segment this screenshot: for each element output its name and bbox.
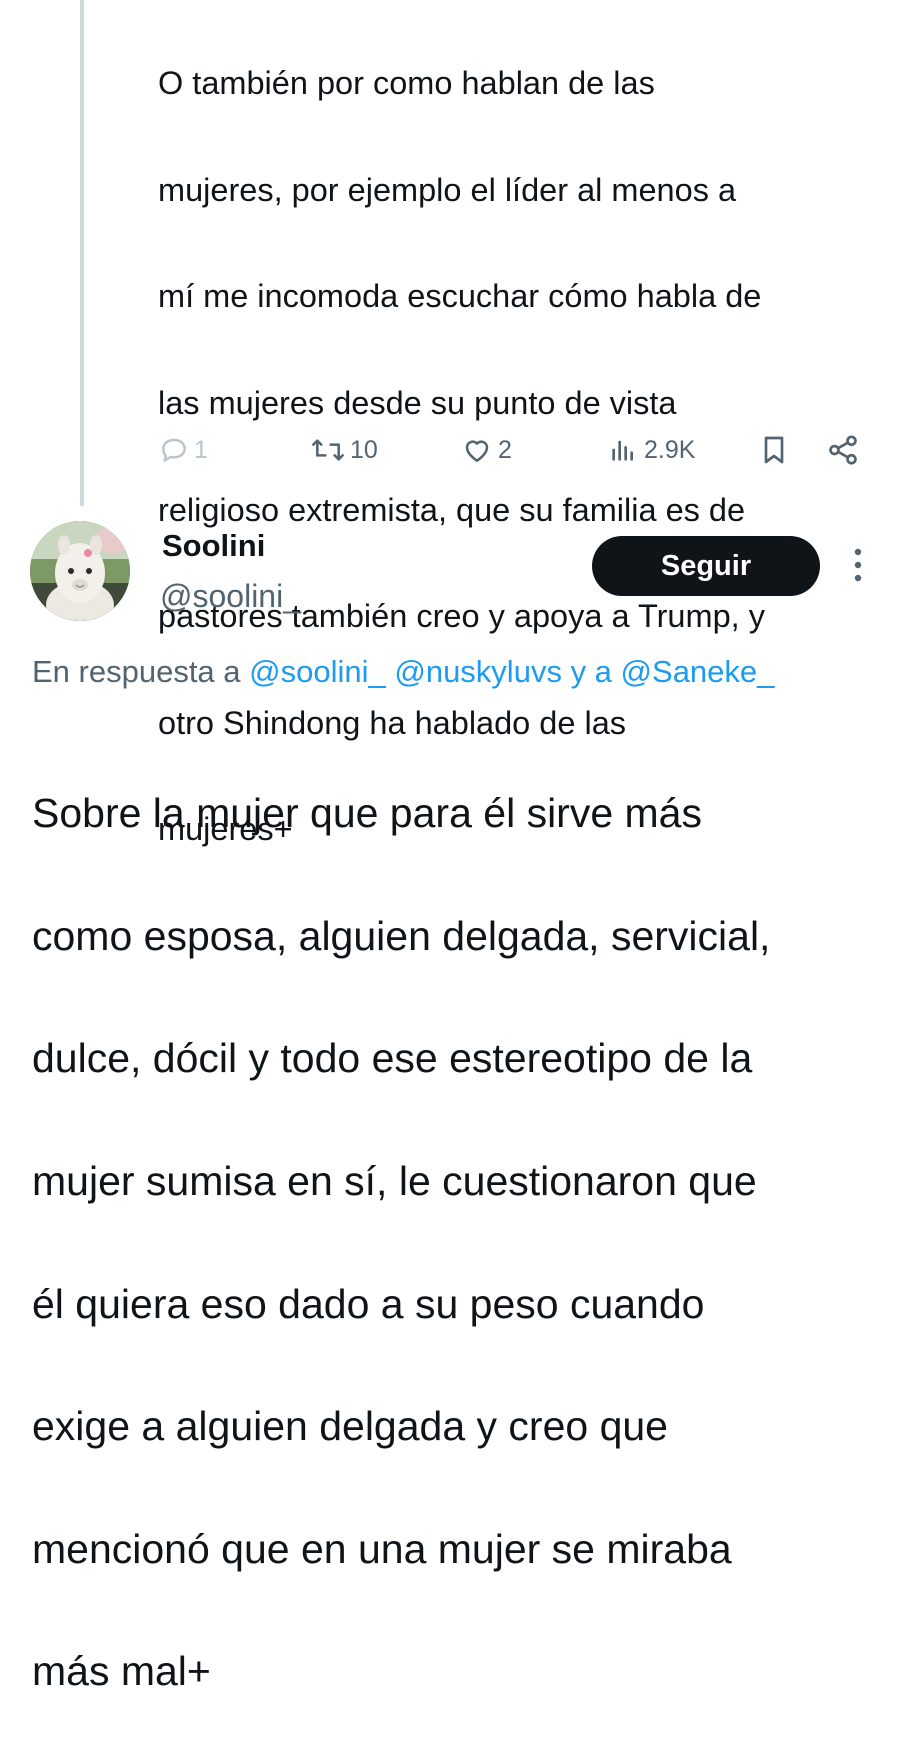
retweet-button[interactable]: 10 [310, 428, 378, 472]
alpaca-avatar-image [30, 521, 130, 621]
bookmark-button[interactable] [758, 428, 790, 472]
author-handle[interactable]: @soolini_ [160, 578, 301, 615]
tweet-text-line: más mal+ [32, 1648, 211, 1695]
mention-link[interactable]: @Saneke_ [621, 654, 775, 689]
avatar[interactable] [30, 521, 130, 621]
previous-tweet-actions: 1 10 2 2.9K [158, 428, 898, 472]
previous-tweet-line: mí me incomoda escuchar cómo habla de [158, 278, 762, 315]
more-icon [854, 548, 862, 582]
retweet-icon [312, 439, 344, 461]
thread-connector-line [80, 0, 84, 506]
tweet-text: Sobre la mujer que para él sirve más com… [32, 722, 902, 1764]
like-button[interactable]: 2 [460, 428, 512, 472]
tweet-text-line: él quiera eso dado a su peso cuando [32, 1280, 705, 1327]
tweet-text-line: mencionó que en una mujer se miraba [32, 1525, 732, 1572]
like-count: 2 [498, 435, 512, 464]
retweet-count: 10 [350, 435, 378, 464]
views-icon [612, 440, 633, 461]
previous-tweet-line: las mujeres desde su punto de vista [158, 385, 677, 422]
follow-button[interactable]: Seguir [592, 536, 820, 596]
reply-button[interactable]: 1 [158, 428, 208, 472]
tweet-text-line: Sobre la mujer que para él sirve más [32, 790, 702, 837]
share-icon [829, 435, 857, 465]
previous-tweet-line: religioso extremista, que su familia es … [158, 491, 746, 528]
tweet-text-line: mujer sumisa en sí, le cuestionaron que [32, 1158, 757, 1205]
tweet-text-line: dulce, dócil y todo ese estereotipo de l… [32, 1035, 753, 1082]
like-icon [465, 440, 489, 462]
reply-icon [162, 438, 186, 462]
reply-count: 1 [194, 435, 208, 464]
views-button[interactable]: 2.9K [606, 428, 695, 472]
reply-context: En respuesta a @soolini_ @nuskyluvs y a … [32, 654, 774, 690]
share-button[interactable] [826, 428, 860, 472]
author-display-name[interactable]: Soolini [162, 528, 265, 564]
bookmark-icon [764, 436, 784, 464]
tweet-text-line: exige a alguien delgada y creo que [32, 1403, 668, 1450]
previous-tweet-line: O también por como hablan de las [158, 65, 655, 102]
reply-context-prefix: En respuesta a [32, 654, 250, 689]
mention-link[interactable]: @nuskyluvs [394, 654, 562, 689]
tweet-text-line: como esposa, alguien delgada, servicial, [32, 912, 771, 959]
mention-link[interactable]: @soolini_ [249, 654, 386, 689]
previous-tweet-line: mujeres, por ejemplo el líder al menos a [158, 171, 737, 208]
reply-context-connector: y a [561, 654, 621, 689]
more-options-button[interactable] [846, 544, 870, 588]
views-count: 2.9K [644, 435, 696, 464]
